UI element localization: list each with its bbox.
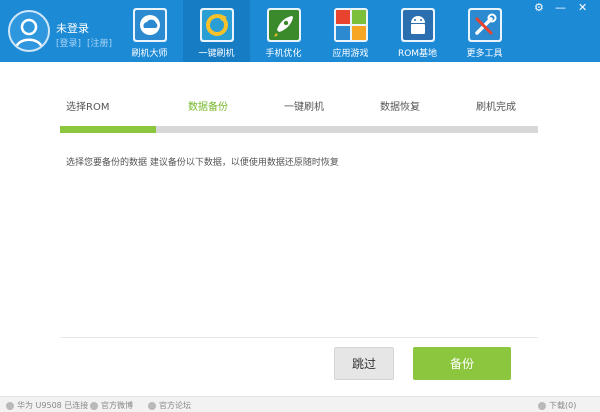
weibo-label: 官方微博 — [101, 401, 133, 410]
footer-divider — [60, 337, 538, 338]
weibo-link[interactable]: 官方微博 — [90, 400, 133, 411]
tools-icon — [467, 8, 502, 42]
phone-icon — [6, 401, 14, 410]
forum-label: 官方论坛 — [159, 401, 191, 410]
nav-label: 手机优化 — [265, 49, 302, 59]
step-select-rom: 选择ROM — [66, 102, 110, 113]
nav-item-rom-base[interactable]: ROM基地 — [384, 0, 451, 62]
nav-label: 应用游戏 — [332, 49, 369, 59]
nav-item-phone-optimize[interactable]: 手机优化 — [250, 0, 317, 62]
nav-label: 更多工具 — [466, 49, 503, 59]
minimize-icon[interactable]: — — [555, 2, 566, 14]
nav-label: 一键刷机 — [198, 49, 235, 59]
skip-button[interactable]: 跳过 — [334, 347, 394, 380]
forum-icon — [148, 401, 156, 410]
download-icon — [538, 401, 546, 410]
main-nav: 刷机大师 一键刷机 手机优化 应用游戏 ROM基地 更多工具 — [116, 0, 518, 62]
avatar[interactable] — [8, 10, 50, 52]
user-panel: 未登录 [登录] [注册] — [8, 10, 118, 54]
download-link[interactable]: 下载(0) — [538, 400, 576, 411]
step-progress-fill — [60, 126, 156, 133]
backup-button[interactable]: 备份 — [413, 347, 511, 380]
step-flash-complete: 刷机完成 — [476, 102, 516, 113]
status-bar: 华为 U9508 已连接 官方微博 官方论坛 下载(0) — [0, 396, 600, 412]
header-bar: 未登录 [登录] [注册] 刷机大师 一键刷机 手机优化 应用游戏 ROM基地 … — [0, 0, 600, 62]
step-data-backup: 数据备份 — [188, 102, 228, 113]
forum-link[interactable]: 官方论坛 — [148, 400, 191, 411]
step-progress-bar — [60, 126, 538, 133]
device-status-text: 华为 U9508 已连接 — [17, 401, 89, 410]
nav-label: 刷机大师 — [131, 49, 168, 59]
nav-item-more-tools[interactable]: 更多工具 — [451, 0, 518, 62]
step-data-restore: 数据恢复 — [380, 102, 420, 113]
nav-item-apps-games[interactable]: 应用游戏 — [317, 0, 384, 62]
android-icon — [400, 8, 435, 42]
step-one-click-flash: 一键刷机 — [284, 102, 324, 113]
close-icon[interactable]: ✕ — [578, 2, 587, 14]
login-link[interactable]: [登录] — [56, 39, 81, 49]
refresh-icon — [199, 8, 234, 42]
download-label: 下载(0) — [549, 401, 577, 410]
user-icon — [14, 18, 44, 49]
device-status: 华为 U9508 已连接 — [6, 400, 88, 411]
user-name: 未登录 — [56, 22, 89, 35]
step-indicator: 选择ROM 数据备份 一键刷机 数据恢复 刷机完成 — [60, 98, 540, 114]
rocket-icon — [266, 8, 301, 42]
settings-icon[interactable]: ⚙ — [534, 2, 544, 14]
backup-hint-text: 选择您要备份的数据 建议备份以下数据，以便使用数据还原随时恢复 — [66, 158, 339, 168]
register-link[interactable]: [注册] — [87, 39, 112, 49]
weibo-icon — [90, 401, 98, 410]
nav-label: ROM基地 — [397, 49, 438, 59]
user-links: [登录] [注册] — [56, 36, 118, 49]
apps-icon — [333, 8, 368, 42]
nav-item-one-click-flash[interactable]: 一键刷机 — [183, 0, 250, 62]
cloud-phone-icon — [132, 8, 167, 42]
nav-item-flash-master[interactable]: 刷机大师 — [116, 0, 183, 62]
